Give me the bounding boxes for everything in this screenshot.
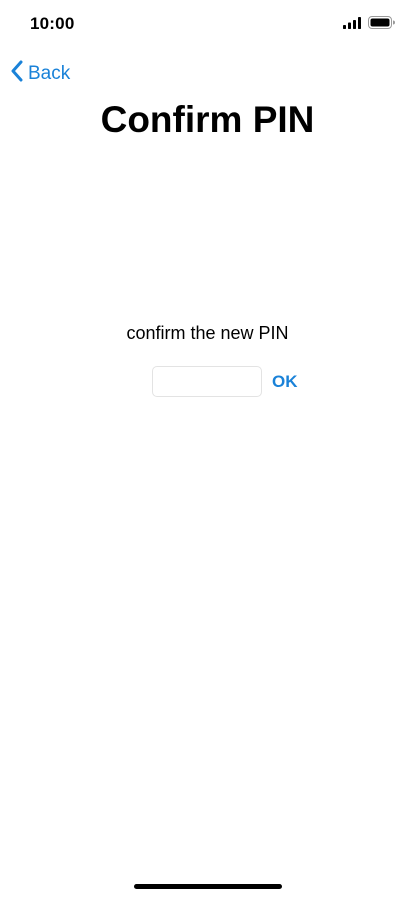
chevron-left-icon bbox=[10, 60, 24, 87]
page-title: Confirm PIN bbox=[100, 99, 315, 140]
cellular-signal-icon bbox=[343, 16, 362, 34]
home-indicator bbox=[134, 884, 282, 889]
status-icons bbox=[343, 16, 395, 34]
battery-full-icon bbox=[368, 16, 395, 34]
pin-form: OK bbox=[152, 366, 298, 397]
status-time: 10:00 bbox=[30, 14, 75, 33]
pin-input[interactable] bbox=[152, 366, 262, 397]
ok-button[interactable]: OK bbox=[272, 372, 298, 392]
back-label: Back bbox=[28, 62, 71, 84]
status-bar: 10:00 bbox=[0, 0, 415, 50]
back-button[interactable]: Back bbox=[10, 60, 70, 87]
pin-prompt: confirm the new PIN bbox=[126, 323, 289, 343]
